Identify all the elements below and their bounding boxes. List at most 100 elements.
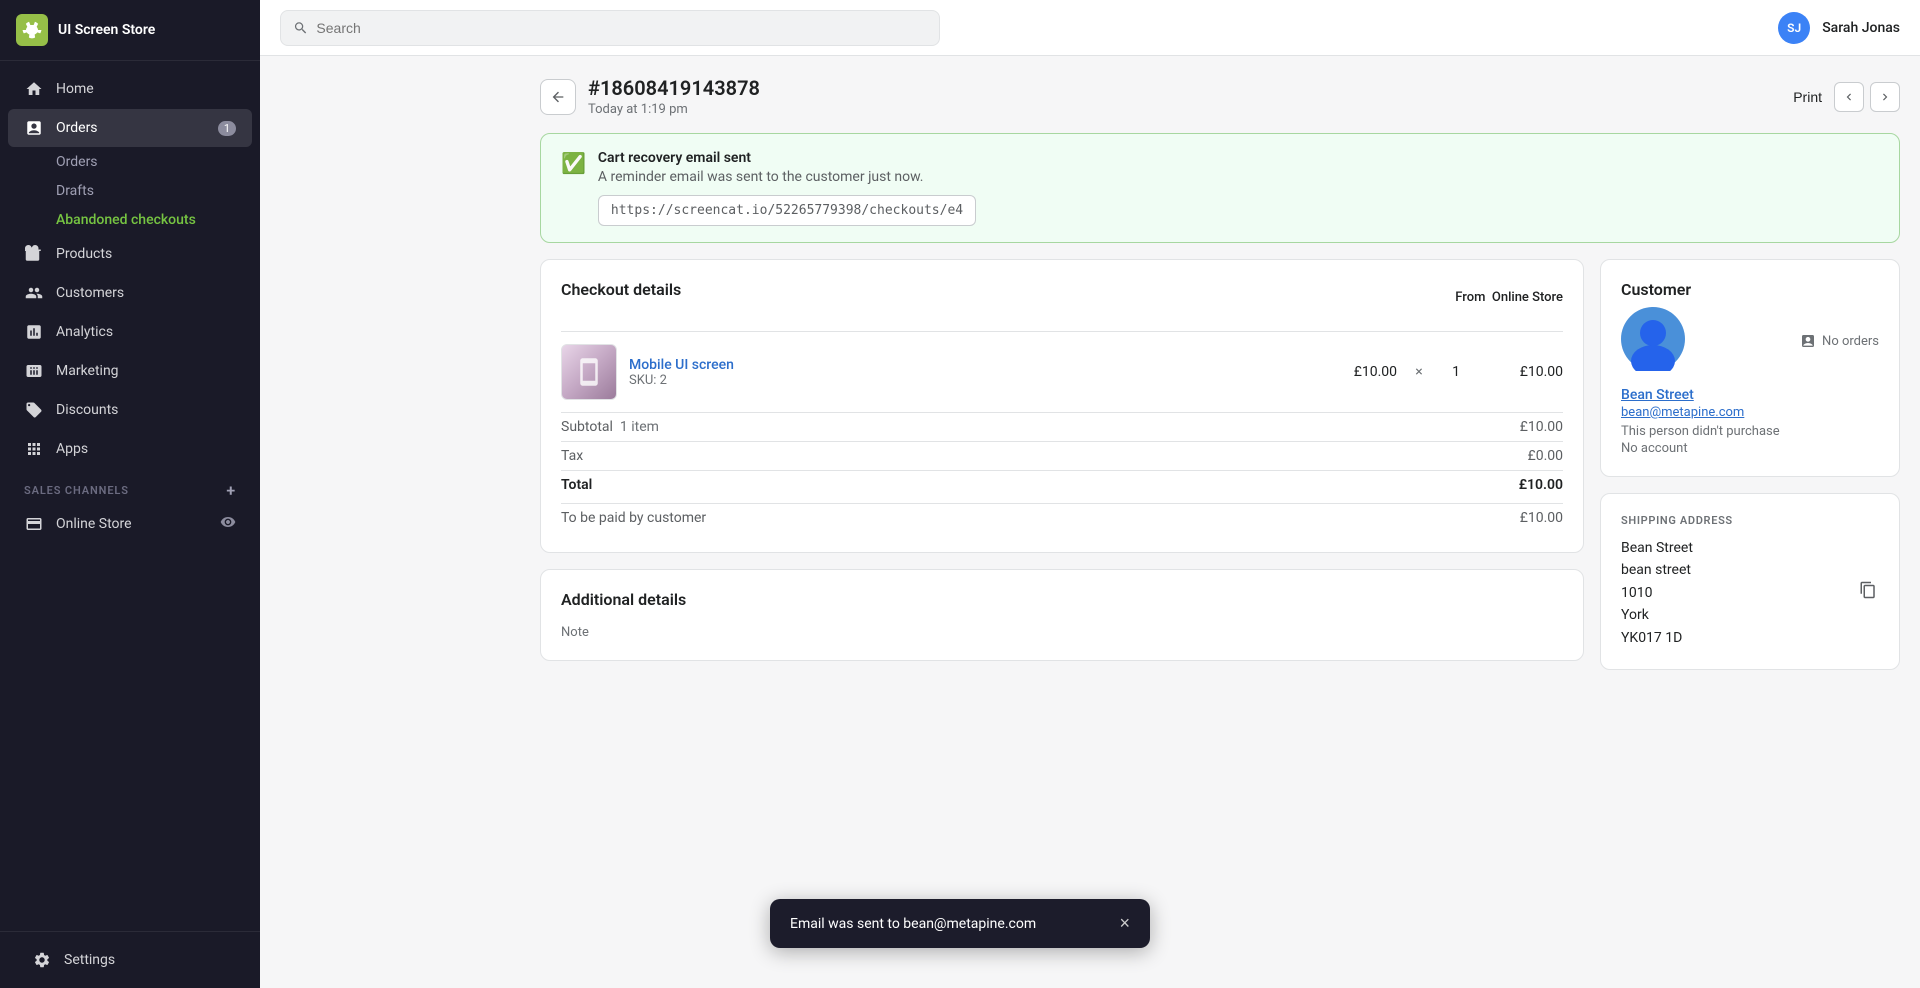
customer-email-link[interactable]: bean@metapine.com (1621, 405, 1879, 420)
toast-notification: Email was sent to bean@metapine.com × (770, 899, 1150, 948)
search-input[interactable] (316, 20, 927, 36)
sidebar-item-products-label: Products (56, 246, 112, 262)
alert-content: Cart recovery email sent A reminder emai… (598, 150, 976, 226)
online-store-icon (24, 514, 44, 534)
checkout-header: Checkout details From Online Store (561, 280, 1563, 315)
shipping-line-5: YK017 1D (1621, 627, 1693, 649)
back-icon (550, 89, 566, 105)
toast-message: Email was sent to bean@metapine.com (790, 916, 1036, 932)
shipping-address: Bean Street bean street 1010 York YK017 … (1621, 537, 1693, 649)
shipping-section-title: SHIPPING ADDRESS (1621, 514, 1879, 527)
no-orders-label: No orders (1800, 333, 1879, 349)
no-orders-row: No orders (1621, 307, 1879, 375)
success-icon: ✅ (561, 151, 586, 175)
paid-by-value: £10.00 (1520, 510, 1563, 526)
additional-details-card: Additional details Note (540, 569, 1584, 661)
sidebar-item-products[interactable]: Products (8, 235, 252, 273)
shipping-address-card: SHIPPING ADDRESS Bean Street bean street… (1600, 493, 1900, 670)
search-icon (293, 20, 308, 36)
search-bar[interactable] (280, 10, 940, 46)
sidebar-item-marketing-label: Marketing (56, 363, 119, 379)
product-total: £10.00 (1483, 364, 1563, 380)
from-label: From Online Store (1455, 290, 1563, 305)
product-name[interactable]: Mobile UI screen (629, 357, 1305, 373)
sidebar-subitem-abandoned-checkouts[interactable]: Abandoned checkouts (8, 206, 252, 234)
sidebar-footer: Settings (0, 931, 260, 988)
checkout-source: Online Store (1492, 290, 1563, 305)
tax-row: Tax £0.00 (561, 441, 1563, 470)
next-order-button[interactable] (1870, 82, 1900, 112)
sidebar-subitem-drafts-label: Drafts (56, 183, 94, 199)
product-row: Mobile UI screen SKU: 2 £10.00 × 1 £10.0… (561, 331, 1563, 412)
app-logo (16, 14, 48, 46)
add-sales-channel-button[interactable]: + (226, 481, 236, 500)
shipping-line-1: Bean Street (1621, 537, 1693, 559)
sidebar-item-analytics[interactable]: Analytics (8, 313, 252, 351)
additional-section-title: Additional details (561, 590, 1563, 609)
products-icon (24, 244, 44, 264)
paid-by-label: To be paid by customer (561, 510, 706, 526)
checkout-details-card: Checkout details From Online Store Mobil… (540, 259, 1584, 553)
store-name: UI Screen Store (58, 22, 155, 38)
product-info: Mobile UI screen SKU: 2 (629, 357, 1305, 388)
copy-address-button[interactable] (1857, 537, 1879, 649)
home-icon (24, 79, 44, 99)
no-orders-text: No orders (1822, 334, 1879, 349)
qty-separator: × (1409, 364, 1429, 380)
orders-icon-small (1800, 333, 1816, 349)
content-row: Checkout details From Online Store Mobil… (540, 259, 1900, 686)
paid-by-row: To be paid by customer £10.00 (561, 503, 1563, 532)
sidebar-item-orders[interactable]: Orders 1 (8, 109, 252, 147)
shipping-line-4: York (1621, 604, 1693, 626)
sidebar-subitem-drafts[interactable]: Drafts (8, 177, 252, 205)
orders-badge: 1 (218, 121, 236, 136)
toast-close-button[interactable]: × (1119, 913, 1130, 934)
subtotal-value: £10.00 (1520, 419, 1563, 435)
sidebar-item-settings[interactable]: Settings (16, 941, 244, 979)
online-store-label: Online Store (56, 516, 132, 532)
subtotal-items: 1 item (620, 419, 659, 435)
page-header-right: Print (1793, 82, 1900, 112)
user-avatar: SJ (1778, 12, 1810, 44)
checkout-url[interactable]: https://screencat.io/52265779398/checkou… (598, 195, 976, 226)
chevron-right-icon (1878, 90, 1892, 104)
sidebar-nav: Home Orders 1 Orders Drafts Abandoned ch… (0, 61, 260, 931)
customer-avatar-wrap (1621, 307, 1685, 375)
orders-icon (24, 118, 44, 138)
total-value: £10.00 (1519, 477, 1563, 493)
main-content: #18608419143878 Today at 1:19 pm Print ✅… (520, 56, 1920, 988)
customer-name-link[interactable]: Bean Street (1621, 387, 1879, 403)
analytics-icon (24, 322, 44, 342)
cart-recovery-alert: ✅ Cart recovery email sent A reminder em… (540, 133, 1900, 243)
prev-order-button[interactable] (1834, 82, 1864, 112)
customer-note: This person didn't purchase (1621, 424, 1879, 439)
sales-channels-header: SALES CHANNELS + (0, 469, 260, 504)
sidebar-item-home-label: Home (56, 81, 94, 97)
sidebar-subitem-abandoned-checkouts-label: Abandoned checkouts (56, 212, 196, 228)
tax-value: £0.00 (1528, 448, 1563, 464)
content-side: Customer No orders Bean Street (1600, 259, 1900, 686)
sidebar-item-marketing[interactable]: Marketing (8, 352, 252, 390)
sidebar-subitem-orders[interactable]: Orders (8, 148, 252, 176)
sidebar-item-discounts[interactable]: Discounts (8, 391, 252, 429)
product-quantity: 1 (1441, 364, 1471, 380)
sidebar-item-apps-label: Apps (56, 441, 88, 457)
alert-title: Cart recovery email sent (598, 150, 976, 166)
sidebar-item-discounts-label: Discounts (56, 402, 118, 418)
note-label: Note (561, 625, 1563, 640)
customer-avatar (1621, 307, 1685, 371)
customer-account: No account (1621, 441, 1879, 456)
settings-label: Settings (64, 952, 115, 968)
alert-body: A reminder email was sent to the custome… (598, 169, 976, 185)
page-title: #18608419143878 (588, 76, 760, 100)
sidebar-item-customers[interactable]: Customers (8, 274, 252, 312)
sidebar-item-home[interactable]: Home (8, 70, 252, 108)
sidebar-item-analytics-label: Analytics (56, 324, 113, 340)
chevron-left-icon (1842, 90, 1856, 104)
sidebar-item-apps[interactable]: Apps (8, 430, 252, 468)
shipping-content: Bean Street bean street 1010 York YK017 … (1621, 537, 1879, 649)
print-button[interactable]: Print (1793, 89, 1822, 105)
customer-section-title: Customer (1621, 280, 1879, 299)
back-button[interactable] (540, 79, 576, 115)
sidebar-item-online-store[interactable]: Online Store (8, 505, 252, 543)
